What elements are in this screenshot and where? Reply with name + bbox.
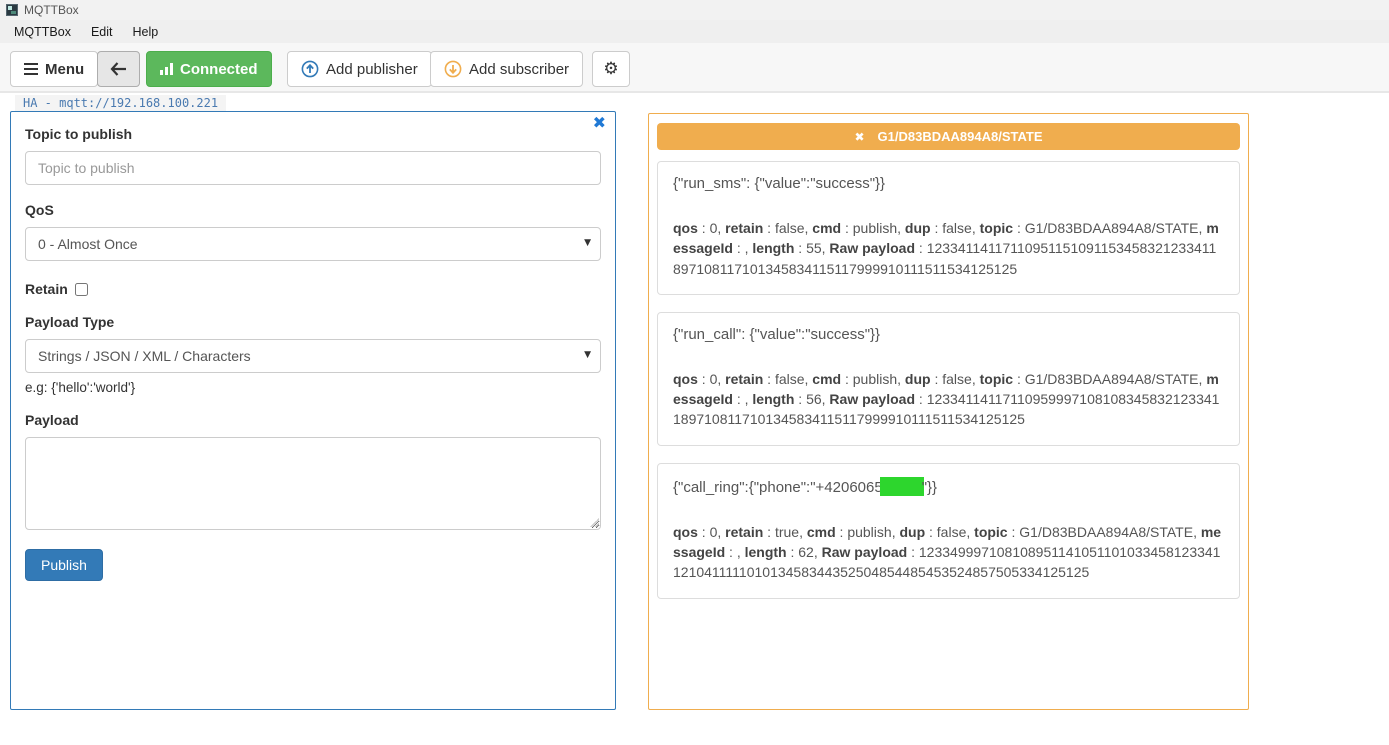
add-subscriber-button[interactable]: Add subscriber — [430, 51, 583, 87]
message-payload: {"run_call": {"value":"success"}} — [673, 326, 1224, 343]
retain-label: Retain — [25, 281, 68, 297]
message-payload: {"run_sms": {"value":"success"}} — [673, 175, 1224, 192]
publisher-close-icon[interactable]: ✖ — [593, 115, 606, 131]
qos-label: QoS — [25, 202, 601, 218]
signal-bars-icon — [160, 63, 173, 75]
back-arrow-icon — [110, 62, 127, 76]
retain-checkbox[interactable] — [75, 283, 88, 296]
close-icon[interactable]: ✖ — [854, 130, 864, 144]
window-title: MQTTBox — [24, 3, 79, 17]
payload-type-label: Payload Type — [25, 314, 601, 330]
arrow-up-circle-icon — [301, 60, 319, 78]
message-card: {"call_ring":{"phone":"+4206065"}} qos :… — [657, 463, 1240, 599]
add-publisher-button[interactable]: Add publisher — [287, 51, 432, 87]
message-card: {"run_call": {"value":"success"}} qos : … — [657, 312, 1240, 446]
arrow-down-circle-icon — [444, 60, 462, 78]
topic-input[interactable] — [25, 151, 601, 185]
message-meta: qos : 0, retain : false, cmd : publish, … — [673, 218, 1224, 279]
publish-button[interactable]: Publish — [25, 549, 103, 581]
topic-label: Topic to publish — [25, 126, 601, 142]
gear-icon: ⚙ — [603, 61, 618, 78]
window-titlebar: MQTTBox — [0, 0, 1389, 20]
payload-label: Payload — [25, 412, 601, 428]
menu-edit[interactable]: Edit — [81, 22, 123, 42]
connected-status-button[interactable]: Connected — [146, 51, 272, 87]
redaction-block — [880, 477, 924, 496]
menu-mqttbox[interactable]: MQTTBox — [4, 22, 81, 42]
payload-textarea[interactable] — [25, 437, 601, 530]
hamburger-icon — [24, 63, 38, 75]
connection-tab-row: HA - mqtt://192.168.100.221 — [0, 94, 1389, 111]
menu-button-label: Menu — [45, 61, 84, 78]
toolbar: Menu Connected Add publisher Add subscri… — [0, 43, 1389, 93]
message-meta: qos : 0, retain : false, cmd : publish, … — [673, 369, 1224, 430]
connected-label: Connected — [180, 61, 258, 78]
settings-button[interactable]: ⚙ — [592, 51, 630, 87]
payload-type-select[interactable]: Strings / JSON / XML / Characters — [25, 339, 601, 373]
connection-tab[interactable]: HA - mqtt://192.168.100.221 — [15, 95, 226, 112]
add-publisher-label: Add publisher — [326, 61, 418, 78]
message-payload: {"call_ring":{"phone":"+4206065"}} — [673, 477, 1224, 496]
menu-button[interactable]: Menu — [10, 51, 98, 87]
message-card: {"run_sms": {"value":"success"}} qos : 0… — [657, 161, 1240, 295]
add-subscriber-label: Add subscriber — [469, 61, 569, 78]
payload-type-hint: e.g: {'hello':'world'} — [25, 380, 601, 395]
message-meta: qos : 0, retain : true, cmd : publish, d… — [673, 522, 1224, 583]
subscriber-panel: ✖ G1/D83BDAA894A8/STATE {"run_sms": {"va… — [648, 113, 1249, 710]
menubar: MQTTBox Edit Help — [0, 20, 1389, 43]
back-button[interactable] — [97, 51, 140, 87]
qos-select[interactable]: 0 - Almost Once — [25, 227, 601, 261]
subscriber-topic-header[interactable]: ✖ G1/D83BDAA894A8/STATE — [657, 123, 1240, 150]
subscriber-topic-label: G1/D83BDAA894A8/STATE — [878, 129, 1043, 144]
publisher-panel: ✖ Topic to publish QoS 0 - Almost Once ▼… — [10, 111, 616, 710]
menu-help[interactable]: Help — [123, 22, 169, 42]
app-window-icon — [6, 4, 18, 16]
